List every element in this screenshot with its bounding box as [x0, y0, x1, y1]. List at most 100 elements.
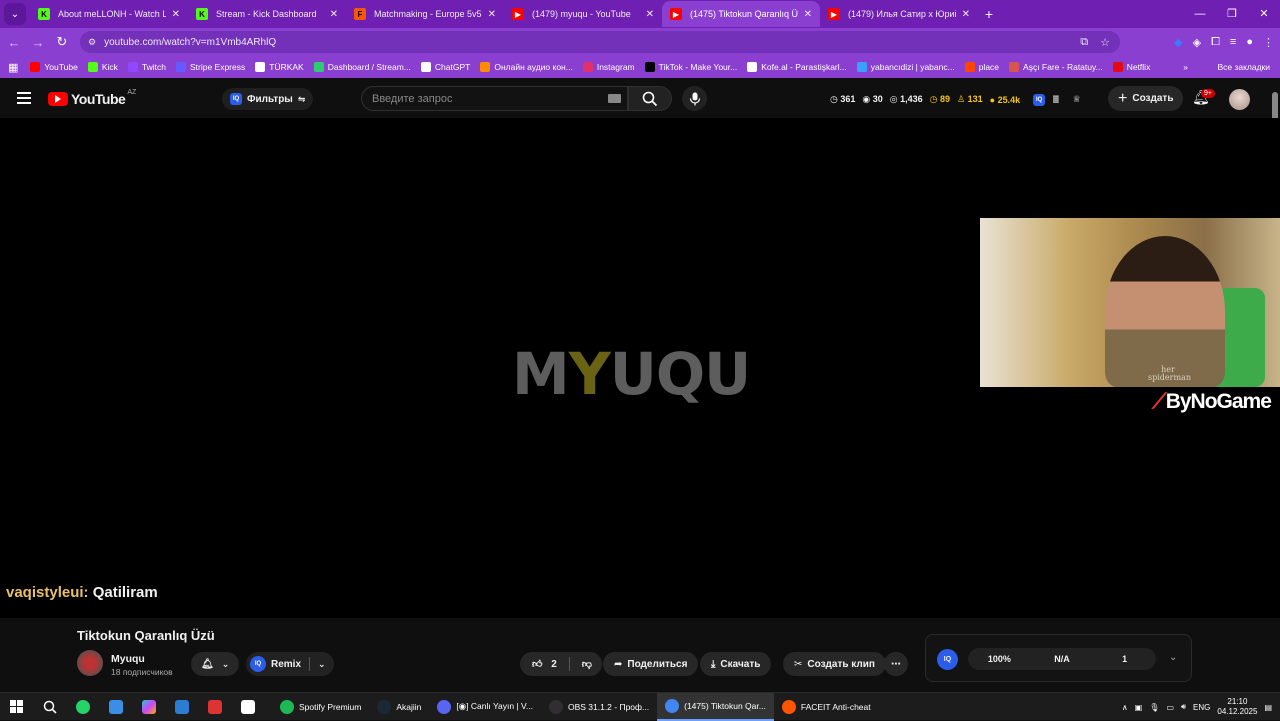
bookmark-item[interactable]: Instagram — [582, 62, 635, 72]
app-red-icon[interactable] — [198, 693, 231, 721]
watchers-stat[interactable]: ◉ 30 — [862, 94, 882, 105]
browser-tab[interactable]: ▶(1479) Илья Сатир x Юрий Гал✕ — [820, 1, 978, 27]
profile-icon[interactable]: ● — [1246, 36, 1253, 48]
apps-grid-icon[interactable]: ▦ — [8, 61, 18, 74]
subscription-bell-button[interactable]: 🔔︎ ⌄ — [191, 652, 239, 676]
extensions-puzzle-icon[interactable]: ⧠ — [1211, 36, 1220, 49]
restore-icon[interactable]: ❐ — [1216, 0, 1248, 28]
more-bookmarks-icon[interactable]: » — [1183, 62, 1188, 72]
minimize-icon[interactable]: — — [1184, 0, 1216, 28]
file-explorer-icon[interactable] — [99, 693, 132, 721]
browser-tab[interactable]: KAbout meLLONH - Watch Live o✕ — [30, 1, 188, 27]
taskbar-app[interactable]: OBS 31.1.2 - Проф... — [541, 693, 657, 721]
notification-center-icon[interactable]: ▤ — [1264, 703, 1272, 712]
bookmark-item[interactable]: Kofe.al - Parastişkarl... — [747, 62, 847, 72]
search-input[interactable]: Введите запрос — [361, 86, 628, 111]
voice-search-button[interactable] — [682, 86, 707, 111]
browser-tab[interactable]: ▶(1475) Tiktokun Qaranlıq Üzü -✕ — [662, 1, 820, 27]
reload-icon[interactable]: ↻ — [50, 34, 74, 50]
taskbar-app[interactable]: Akajiin — [369, 693, 429, 721]
address-bar[interactable]: ⚙ youtube.com/watch?v=m1Vmb4ARhlQ ⧉ ☆ — [80, 31, 1120, 53]
search-button[interactable] — [628, 86, 672, 111]
remix-button[interactable]: IQ Remix ⌄ — [246, 652, 334, 676]
extension-shield-icon[interactable]: ◆ — [1174, 36, 1182, 49]
browser-menu-icon[interactable]: ⋮ — [1263, 36, 1274, 49]
site-info-icon[interactable]: ⚙ — [88, 37, 96, 48]
volume-icon[interactable]: 🔊︎ — [1181, 702, 1186, 712]
keyboard-icon[interactable] — [608, 94, 621, 103]
taskbar-app[interactable]: (1475) Tiktokun Qar... — [657, 692, 774, 721]
taskbar-app[interactable]: FACEIT Anti-cheat — [774, 693, 879, 721]
new-tab-button[interactable]: + — [978, 6, 1000, 22]
tab-search-icon[interactable]: ⌄ — [4, 3, 26, 25]
bookmark-item[interactable]: Kick — [87, 62, 118, 72]
list-icon[interactable]: ≣ — [1052, 94, 1060, 105]
store-icon[interactable] — [165, 693, 198, 721]
bookmark-item[interactable]: ChatGPT — [420, 62, 470, 72]
youtube-logo[interactable]: YouTube AZ — [48, 89, 136, 107]
whatsapp-icon[interactable] — [66, 693, 99, 721]
count-stat[interactable]: ◎ 1,436 — [890, 94, 923, 105]
chevron-down-icon[interactable]: ⌄ — [1169, 652, 1177, 663]
channel-name[interactable]: Myuqu — [111, 653, 145, 665]
network-icon[interactable]: ▭ — [1166, 703, 1174, 712]
browser-tab[interactable]: K Stream - Kick Dashboard ✕ — [188, 1, 346, 27]
create-button[interactable]: + Создать — [1108, 86, 1184, 111]
filters-button[interactable]: IQ Фильтры ⇋ — [222, 88, 314, 110]
language-indicator[interactable]: ENG — [1193, 703, 1210, 712]
coins-stat[interactable]: ● 25.4k — [990, 95, 1020, 105]
bookmark-item[interactable]: place — [964, 62, 999, 72]
thumbs-down-icon[interactable]: 👎︎ — [582, 658, 592, 670]
media-controls-icon[interactable]: ≡ — [1230, 36, 1236, 48]
install-app-icon[interactable]: ⧉ — [1080, 36, 1088, 49]
like-button[interactable]: 👍︎ 2 — [532, 658, 557, 670]
bookmark-item[interactable]: Stripe Express — [175, 62, 245, 72]
people-stat[interactable]: ♙ 131 — [957, 94, 983, 105]
close-tab-icon[interactable]: ✕ — [488, 9, 496, 20]
extension-icon[interactable]: ◈ — [1193, 36, 1201, 49]
clock[interactable]: 21:10 04.12.2025 — [1217, 697, 1257, 717]
bookmark-item[interactable]: Aşçı Fare - Ratatuy... — [1009, 62, 1103, 72]
create-clip-button[interactable]: ✂ Создать клип — [783, 652, 886, 676]
close-tab-icon[interactable]: ✕ — [646, 9, 654, 20]
bookmark-item[interactable]: TikTok - Make Your... — [644, 62, 737, 72]
download-button[interactable]: ⤓ Скачать — [700, 652, 772, 676]
iq-icon[interactable]: IQ — [1033, 93, 1046, 106]
tray-app-icon[interactable]: ▣ — [1135, 703, 1143, 712]
start-button[interactable] — [0, 693, 33, 721]
menu-icon[interactable] — [17, 92, 31, 107]
taskbar-app[interactable]: Spotify Premium — [272, 693, 369, 721]
views-stat[interactable]: ◷ 361 — [830, 94, 855, 105]
bookmark-star-icon[interactable]: ☆ — [1100, 36, 1110, 49]
browser-tab[interactable]: ▶ (1479) myuqu - YouTube ✕ — [504, 1, 662, 27]
all-bookmarks-folder[interactable]: Все закладки — [1217, 62, 1270, 72]
channel-avatar[interactable] — [77, 650, 103, 676]
bookmark-item[interactable]: Netflix — [1112, 62, 1150, 72]
bookmark-item[interactable]: YouTube — [30, 62, 78, 72]
close-tab-icon[interactable]: ✕ — [804, 9, 812, 20]
copilot-icon[interactable] — [132, 693, 165, 721]
close-tab-icon[interactable]: ✕ — [962, 9, 970, 20]
back-icon[interactable]: ← — [2, 35, 26, 50]
account-avatar[interactable] — [1229, 89, 1250, 110]
bookmark-item[interactable]: TÜRKAK — [255, 62, 304, 72]
capcut-icon[interactable] — [231, 693, 264, 721]
trophy-icon[interactable]: ♕ — [1073, 94, 1081, 105]
bookmark-item[interactable]: Онлайн аудио кон... — [480, 62, 573, 72]
close-window-icon[interactable]: ✕ — [1248, 0, 1280, 28]
browser-tab[interactable]: FMatchmaking - Europe 5v5 Qu✕ — [346, 1, 504, 27]
bookmark-item[interactable]: Twitch — [127, 62, 166, 72]
mic-tray-icon[interactable]: 🎙︎ — [1149, 703, 1159, 712]
bookmark-item[interactable]: Dashboard / Stream... — [313, 62, 411, 72]
video-player[interactable]: MYUQU her spiderman ⟋ByNoGame vaqistyleu… — [0, 118, 1280, 618]
close-tab-icon[interactable]: ✕ — [172, 9, 180, 20]
search-icon[interactable] — [33, 693, 66, 721]
taskbar-app[interactable]: [◉] Canlı Yayın | V... — [429, 693, 541, 721]
clock-stat[interactable]: ◷ 89 — [930, 94, 950, 105]
tray-overflow-icon[interactable]: ∧ — [1122, 703, 1128, 712]
close-tab-icon[interactable]: ✕ — [330, 9, 338, 20]
bookmark-item[interactable]: yabancıdizi | yabanc... — [856, 62, 955, 72]
forward-icon[interactable]: → — [26, 35, 50, 50]
share-button[interactable]: ➦ Поделиться — [603, 652, 699, 676]
more-actions-button[interactable]: ⋯ — [884, 652, 908, 676]
